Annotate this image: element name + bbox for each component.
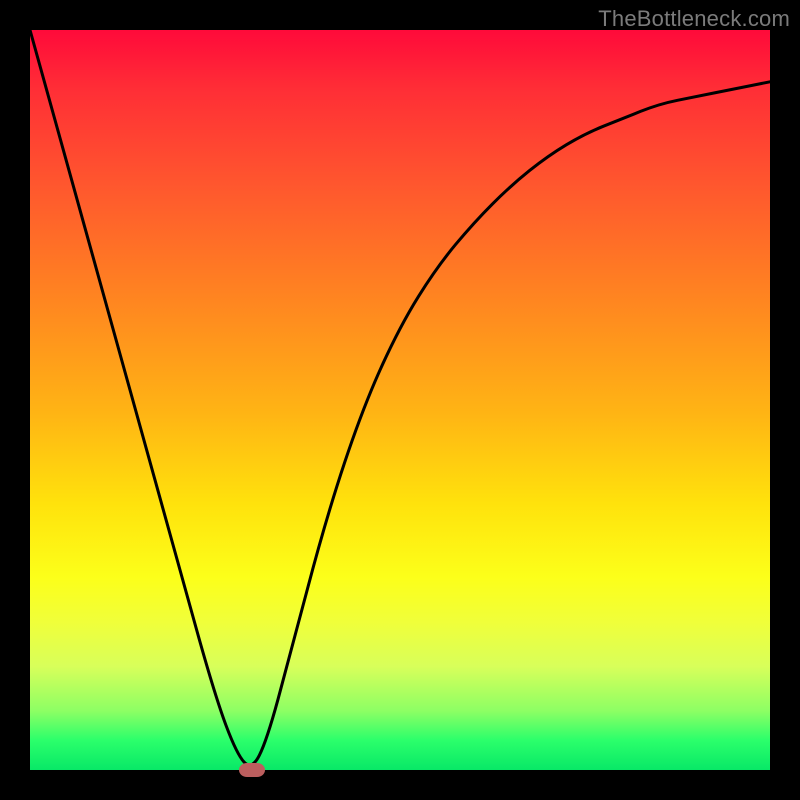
watermark-text: TheBottleneck.com [598, 6, 790, 32]
optimal-point-marker [239, 763, 265, 777]
bottleneck-curve [30, 30, 770, 770]
plot-area [30, 30, 770, 770]
chart-frame: TheBottleneck.com [0, 0, 800, 800]
